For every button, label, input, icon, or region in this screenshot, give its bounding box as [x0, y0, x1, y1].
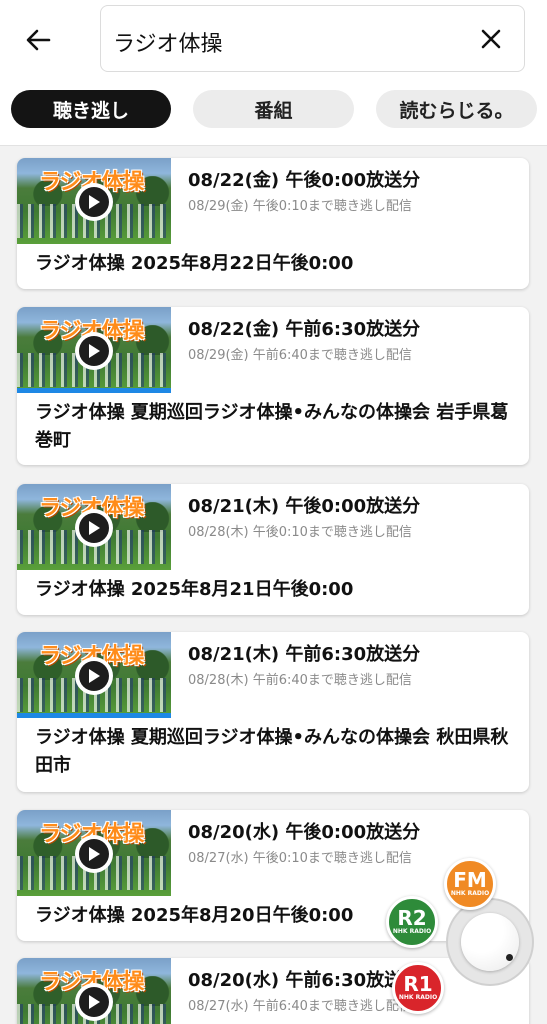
- episode-thumbnail[interactable]: ラジオ体操: [17, 958, 171, 1024]
- arrow-left-icon: [26, 29, 51, 51]
- play-icon[interactable]: [75, 183, 113, 221]
- tab-yomu-rajiru[interactable]: 読むらじる。: [376, 90, 537, 128]
- episode-card[interactable]: ラジオ体操 08/22(金) 午後0:00放送分 08/29(金) 午後0:10まで…: [17, 158, 529, 289]
- r2-channel-button[interactable]: R2 NHK RADIO: [386, 896, 438, 948]
- episode-title: ラジオ体操 2025年8月21日午後0:00: [35, 579, 354, 600]
- episode-thumbnail[interactable]: ラジオ体操: [17, 810, 171, 896]
- stream-deadline: 08/27(水) 午後0:10まで聴き逃し配信: [188, 851, 412, 866]
- episode-card[interactable]: ラジオ体操 08/21(木) 午後0:00放送分 08/28(木) 午後0:10まで…: [17, 484, 529, 615]
- broadcast-time: 08/22(金) 午後0:00放送分: [188, 170, 421, 191]
- broadcast-time: 08/20(水) 午後0:00放送分: [188, 822, 421, 843]
- search-input[interactable]: ラジオ体操: [100, 5, 525, 72]
- episode-thumbnail[interactable]: ラジオ体操: [17, 632, 171, 718]
- episode-card[interactable]: ラジオ体操 08/21(木) 午前6:30放送分 08/28(木) 午前6:40まで…: [17, 632, 529, 792]
- broadcast-time: 08/21(木) 午前6:30放送分: [188, 644, 421, 665]
- play-icon[interactable]: [75, 835, 113, 873]
- stream-deadline: 08/29(金) 午前6:40まで聴き逃し配信: [188, 348, 412, 363]
- stream-deadline: 08/28(木) 午後0:10まで聴き逃し配信: [188, 525, 412, 540]
- search-query: ラジオ体操: [113, 32, 223, 57]
- stream-deadline: 08/29(金) 午後0:10まで聴き逃し配信: [188, 199, 412, 214]
- back-button[interactable]: [20, 22, 56, 58]
- episode-thumbnail[interactable]: ラジオ体操: [17, 307, 171, 393]
- episode-title: ラジオ体操 夏期巡回ラジオ体操•みんなの体操会 秋田県秋田市: [35, 727, 509, 776]
- broadcast-time: 08/22(金) 午前6:30放送分: [188, 319, 421, 340]
- episode-title: ラジオ体操 2025年8月22日午後0:00: [35, 253, 354, 274]
- episode-title: ラジオ体操 夏期巡回ラジオ体操•みんなの体操会 岩手県葛巻町: [35, 402, 509, 451]
- fm-channel-button[interactable]: FM NHK RADIO: [444, 858, 496, 910]
- clear-search-button[interactable]: [478, 26, 504, 52]
- episode-thumbnail[interactable]: ラジオ体操: [17, 484, 171, 570]
- radio-player-widget: FM NHK RADIO R2 NHK RADIO R1 NHK RADIO: [386, 858, 546, 1024]
- fm-sublabel: NHK RADIO: [450, 890, 490, 897]
- r1-label: R1: [403, 972, 433, 996]
- tab-missed-programs[interactable]: 聴き逃し: [11, 90, 171, 128]
- playback-progress: [17, 388, 171, 393]
- top-bar: ラジオ体操 聴き逃し 番組 読むらじる。: [0, 0, 547, 146]
- r2-sublabel: NHK RADIO: [392, 928, 432, 935]
- tuning-knob[interactable]: [446, 898, 534, 986]
- broadcast-time: 08/21(木) 午後0:00放送分: [188, 496, 421, 517]
- episode-card[interactable]: ラジオ体操 08/22(金) 午前6:30放送分 08/29(金) 午前6:40まで…: [17, 307, 529, 465]
- tab-programs[interactable]: 番組: [193, 90, 354, 128]
- play-icon[interactable]: [75, 509, 113, 547]
- r2-label: R2: [397, 906, 427, 930]
- play-icon[interactable]: [75, 332, 113, 370]
- stream-deadline: 08/28(木) 午前6:40まで聴き逃し配信: [188, 673, 412, 688]
- fm-label: FM: [453, 868, 487, 892]
- r1-sublabel: NHK RADIO: [398, 994, 438, 1001]
- play-icon[interactable]: [75, 983, 113, 1021]
- stream-deadline: 08/27(水) 午前6:40まで聴き逃し配信: [188, 999, 412, 1014]
- knob-icon: [461, 913, 519, 971]
- play-icon[interactable]: [75, 657, 113, 695]
- r1-channel-button[interactable]: R1 NHK RADIO: [392, 962, 444, 1014]
- close-icon: [481, 29, 501, 49]
- episode-thumbnail[interactable]: ラジオ体操: [17, 158, 171, 244]
- playback-progress: [17, 713, 171, 718]
